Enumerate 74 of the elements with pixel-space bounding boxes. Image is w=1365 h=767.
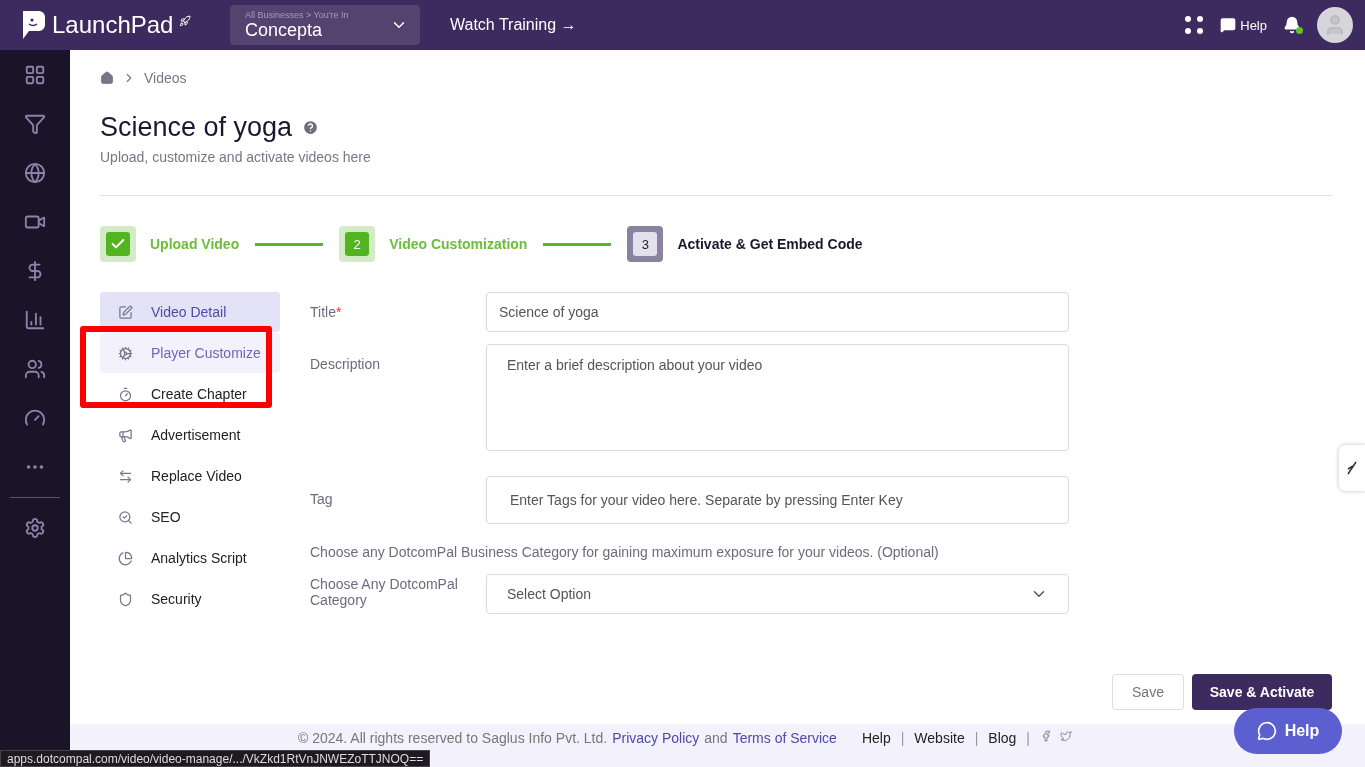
watch-training-link[interactable]: Watch Training → (450, 16, 577, 34)
footer-link[interactable]: Website (914, 730, 965, 746)
menu-item[interactable]: Create Chapter (100, 374, 280, 414)
required-mark: * (335, 304, 342, 320)
swap-icon (118, 468, 133, 484)
field-label: Tag (310, 490, 334, 509)
footer-separator: | (974, 730, 979, 746)
step-number: 3 (641, 236, 649, 252)
privacy-link[interactable]: Privacy Policy (612, 730, 700, 746)
bell-icon[interactable] (1283, 16, 1301, 34)
save-button[interactable]: Save (1112, 674, 1184, 710)
business-name: Concepta (245, 19, 324, 41)
page-subtitle: Upload, customize and activate videos here (100, 149, 372, 165)
bar-chart-icon[interactable] (24, 309, 46, 331)
facebook-icon[interactable] (1040, 730, 1052, 742)
settings-icon[interactable] (24, 517, 46, 539)
brand-name: LaunchPad (52, 11, 174, 39)
description-field[interactable]: Enter a brief description about your video (486, 344, 1069, 451)
menu-item[interactable]: Advertisement (100, 415, 280, 455)
save-activate-button[interactable]: Save & Activate (1192, 674, 1332, 710)
title-field[interactable]: Science of yoga (486, 292, 1069, 332)
apps-icon[interactable] (1184, 15, 1205, 35)
logo-icon (20, 9, 46, 41)
copyright-text: © 2024. All rights reserved to Saglus Info Pvt. Ltd. (298, 730, 608, 746)
breadcrumb-item[interactable]: Videos (144, 70, 187, 86)
people-icon[interactable] (24, 358, 46, 380)
menu-item[interactable]: Security (100, 579, 280, 619)
category-note: Choose any DotcomPal Business Category for gaining maximum exposure for your videos. (Optional) (310, 544, 940, 560)
status-url: apps.dotcompal.com/video/video-manage/.../VkZkd1RtVnJNWEZoTTJNOQ== (0, 750, 431, 767)
footer-link[interactable]: Blog (988, 730, 1017, 746)
x-icon[interactable] (1060, 730, 1072, 742)
menu-item[interactable]: Replace Video (100, 456, 280, 496)
footer-link[interactable]: Help (861, 730, 891, 746)
step-label: Activate & Get Embed Code (677, 236, 863, 252)
footer-separator: | (1026, 730, 1030, 746)
slash-icon (1346, 460, 1358, 476)
field-label: Choose Any DotcomPal Category (310, 575, 459, 610)
help-chat-button[interactable]: Help (1234, 708, 1342, 754)
step-label: Video Customization (389, 236, 528, 252)
step-connector (543, 242, 612, 246)
grid-icon[interactable] (24, 64, 46, 86)
gear-icon (118, 345, 133, 361)
field-label: Title* (310, 303, 343, 322)
terms-link[interactable]: Terms of Service (732, 730, 837, 746)
business-selector[interactable]: All Businesses > You're In Concepta (230, 5, 420, 45)
rocket-icon (179, 15, 192, 27)
menu-item[interactable]: Analytics Script (100, 538, 280, 578)
globe-icon[interactable] (24, 162, 46, 184)
side-tab[interactable] (1339, 445, 1365, 491)
help-bubble-icon (1220, 17, 1237, 33)
step-label: Upload Video (150, 236, 240, 252)
home-icon[interactable] (100, 71, 114, 85)
search-icon (118, 509, 133, 525)
business-breadcrumb: All Businesses > You're In (245, 9, 349, 20)
category-select[interactable]: Select Option (486, 574, 1069, 614)
footer-text: and (704, 730, 728, 746)
edit-icon (118, 304, 133, 320)
avatar[interactable] (1317, 7, 1353, 43)
help-icon[interactable] (302, 119, 320, 136)
shield-icon (118, 591, 133, 607)
step-number: 2 (353, 236, 361, 252)
page-title: Science of yoga (100, 112, 293, 143)
stopwatch-icon (118, 386, 133, 402)
step-connector (255, 242, 324, 246)
menu-item[interactable]: Player Customize (100, 333, 280, 373)
chat-bubble-icon (1256, 721, 1277, 741)
megaphone-icon (118, 427, 133, 443)
help-link[interactable]: Help (1220, 17, 1267, 33)
funnel-icon[interactable] (24, 113, 46, 135)
tag-field[interactable]: Enter Tags for your video here. Separate by pressing Enter Key (486, 476, 1069, 524)
pie-chart-icon (118, 550, 133, 566)
menu-item[interactable]: SEO (100, 497, 280, 537)
footer-separator: | (900, 730, 905, 746)
field-label: Description (310, 355, 382, 374)
